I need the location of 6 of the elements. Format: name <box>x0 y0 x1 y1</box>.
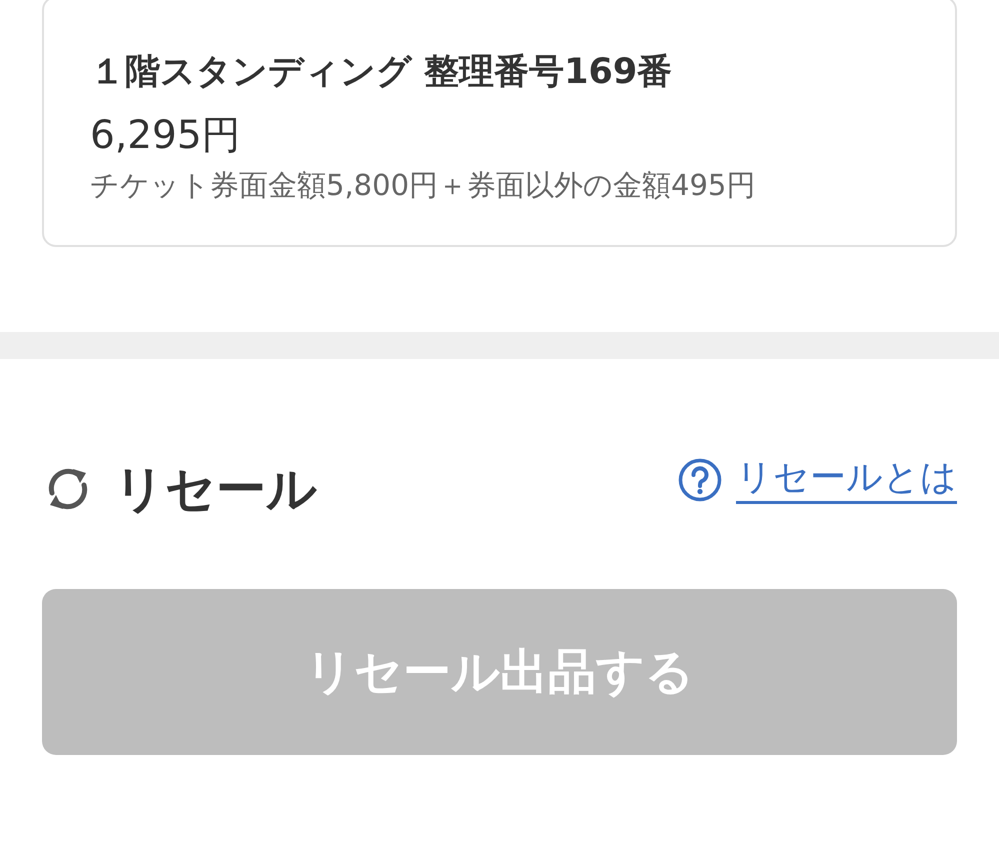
price-breakdown: チケット券面金額5,800円＋券面以外の金額495円 <box>90 167 756 204</box>
ticket-title: １階スタンディング 整理番号169番 <box>90 51 674 94</box>
section-heading: リセール <box>114 459 317 520</box>
help-link[interactable]: リセールとは <box>678 455 957 504</box>
help-icon <box>678 458 722 502</box>
ticket-price: 6,295円 <box>90 112 242 160</box>
